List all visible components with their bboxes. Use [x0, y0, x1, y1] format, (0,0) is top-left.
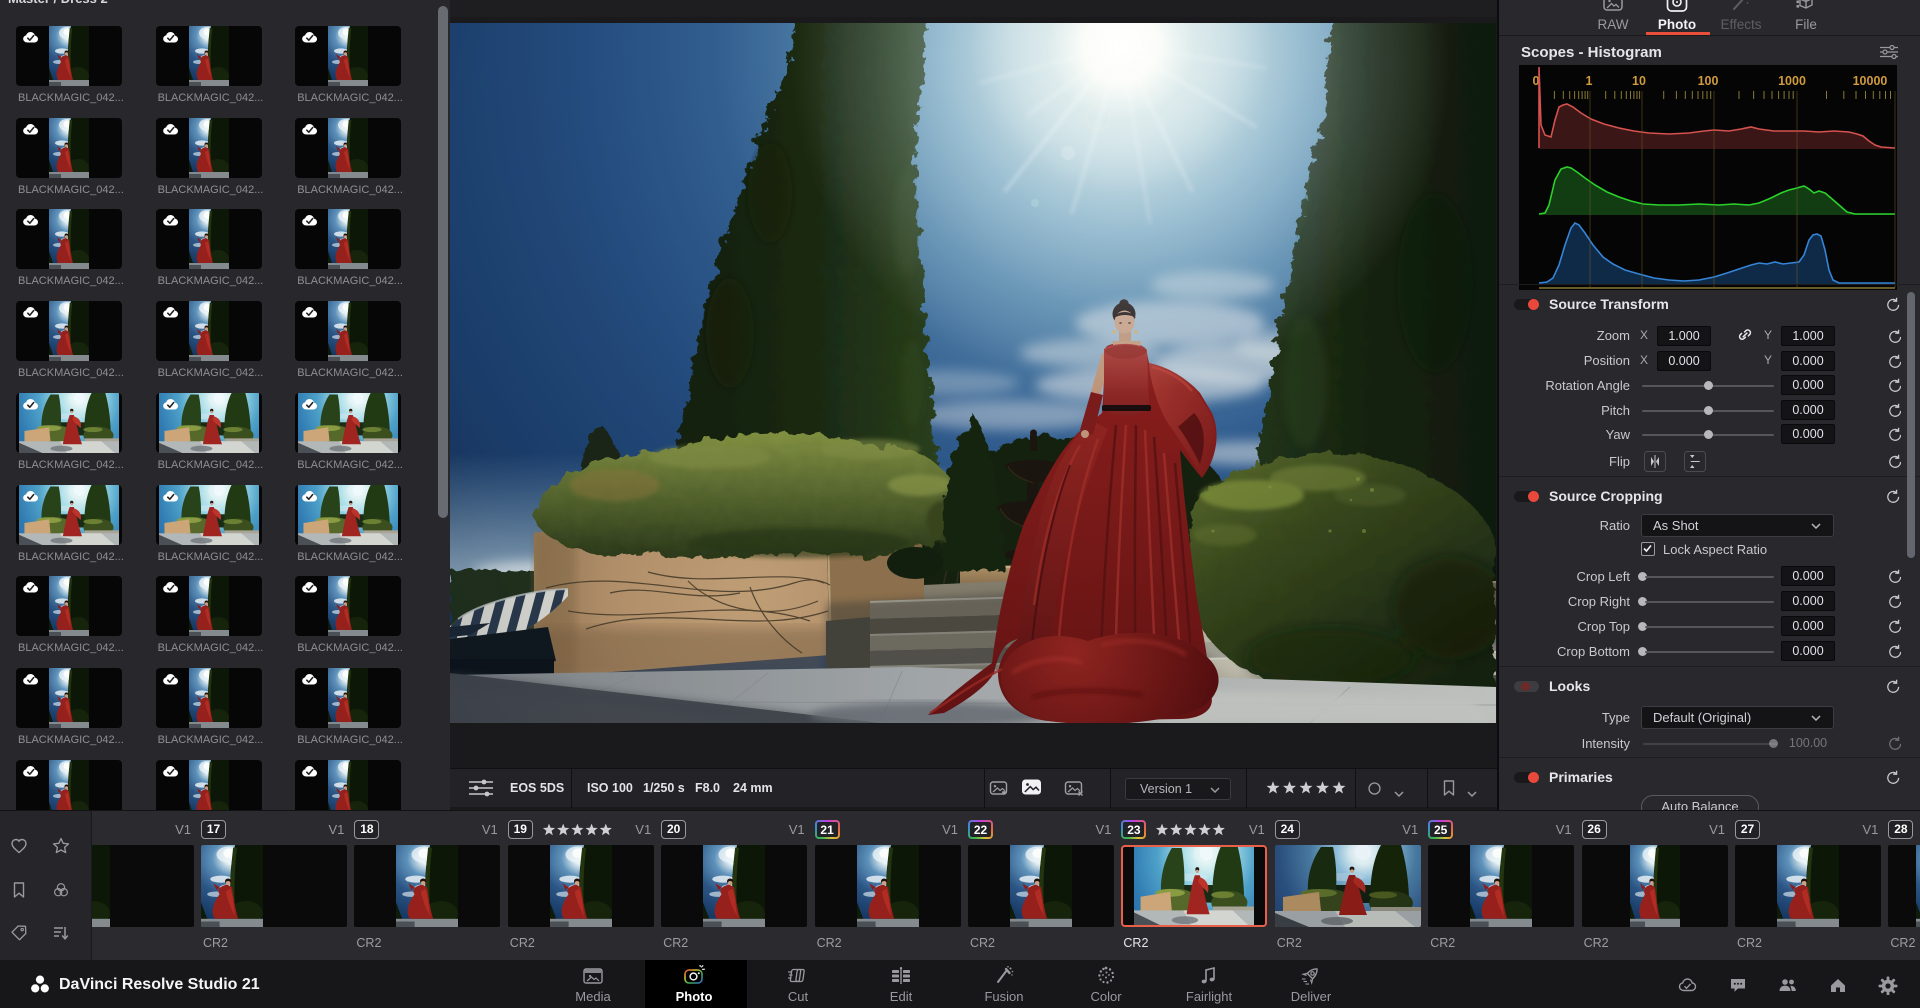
svg-text:1000: 1000: [1778, 74, 1806, 88]
svg-text:10: 10: [1632, 74, 1646, 88]
svg-text:10000: 10000: [1853, 74, 1888, 88]
svg-text:1: 1: [1586, 74, 1593, 88]
svg-text:100: 100: [1698, 74, 1719, 88]
